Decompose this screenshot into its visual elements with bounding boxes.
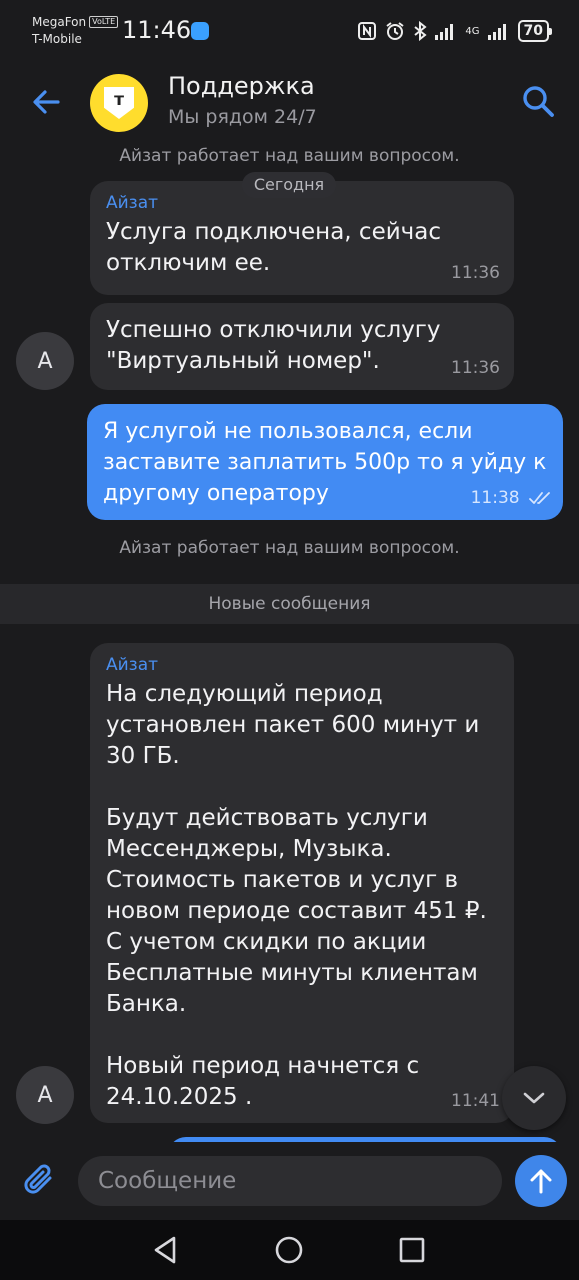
chat-title[interactable]: Поддержка (168, 72, 315, 100)
bluetooth-icon (414, 21, 427, 41)
message-feed[interactable]: Айзат работает над вашим вопросом. Сегод… (0, 142, 579, 1142)
nav-back-icon[interactable] (150, 1234, 182, 1266)
message-time: 11:41 (451, 1091, 500, 1111)
message-text: Услуга подключена, сейчас отключим ее. (106, 219, 441, 276)
outgoing-message[interactable]: Я услугой не пользовался, если заставите… (87, 404, 563, 520)
incoming-message[interactable]: Айзат Услуга подключена, сейчас отключим… (90, 181, 514, 295)
status-clock: 11:46 (122, 16, 192, 44)
message-time: 11:36 (451, 263, 500, 283)
scroll-down-button[interactable] (502, 1066, 566, 1130)
nav-recents-icon[interactable] (396, 1234, 428, 1266)
message-time-container: 11:38 (471, 488, 551, 508)
carrier-info: MegaFon VoLTE T-Mobile (32, 14, 119, 48)
carrier-2-name: T-Mobile (32, 32, 82, 46)
send-button[interactable] (515, 1155, 567, 1207)
incoming-message[interactable]: Успешно отключили услугу "Виртуальный но… (90, 303, 514, 390)
new-messages-divider: Новые сообщения (0, 584, 579, 624)
system-icons: 4G 70 (357, 18, 553, 44)
typing-status-note: Айзат работает над вашим вопросом. (119, 538, 460, 558)
message-sender: Айзат (106, 655, 159, 675)
message-time: 11:38 (470, 488, 520, 508)
alarm-icon (386, 22, 404, 40)
message-time: 11:36 (451, 358, 500, 378)
double-check-icon (529, 492, 550, 504)
network-type: 4G (465, 25, 480, 37)
system-navigation-bar (0, 1220, 579, 1280)
chevron-down-icon (523, 1092, 545, 1104)
message-text: Успешно отключили услугу "Виртуальный но… (106, 317, 441, 374)
paperclip-icon[interactable] (20, 1160, 60, 1200)
agent-avatar[interactable]: А (16, 332, 74, 390)
nfc-icon (358, 22, 377, 40)
arrow-up-icon (530, 1169, 552, 1194)
support-logo-avatar[interactable]: т (90, 74, 148, 132)
status-bar: MegaFon VoLTE T-Mobile 11:46 4G 70 (0, 0, 579, 62)
shield-logo-icon: т (104, 87, 134, 119)
signal-2-icon (487, 24, 506, 40)
typing-status-note: Айзат работает над вашим вопросом. (119, 146, 460, 166)
nav-home-icon[interactable] (273, 1234, 305, 1266)
message-text: На следующий период установлен пакет 600… (106, 681, 487, 1110)
notification-app-icon (191, 22, 209, 40)
search-icon[interactable] (521, 84, 555, 118)
message-input[interactable] (78, 1156, 502, 1206)
incoming-message[interactable]: Айзат На следующий период установлен пак… (90, 643, 514, 1123)
date-separator: Сегодня (242, 172, 336, 198)
back-arrow-icon[interactable] (28, 84, 64, 120)
logo-letter: т (114, 90, 124, 110)
chat-subtitle: Мы рядом 24/7 (168, 106, 317, 128)
carrier-1-name: MegaFon (32, 15, 87, 29)
signal-1-icon (435, 24, 454, 40)
chat-header: т Поддержка Мы рядом 24/7 (0, 62, 579, 148)
battery-indicator: 70 (517, 20, 553, 42)
message-composer (0, 1142, 579, 1220)
volte-badge: VoLTE (89, 16, 119, 28)
agent-avatar[interactable]: А (16, 1066, 74, 1124)
